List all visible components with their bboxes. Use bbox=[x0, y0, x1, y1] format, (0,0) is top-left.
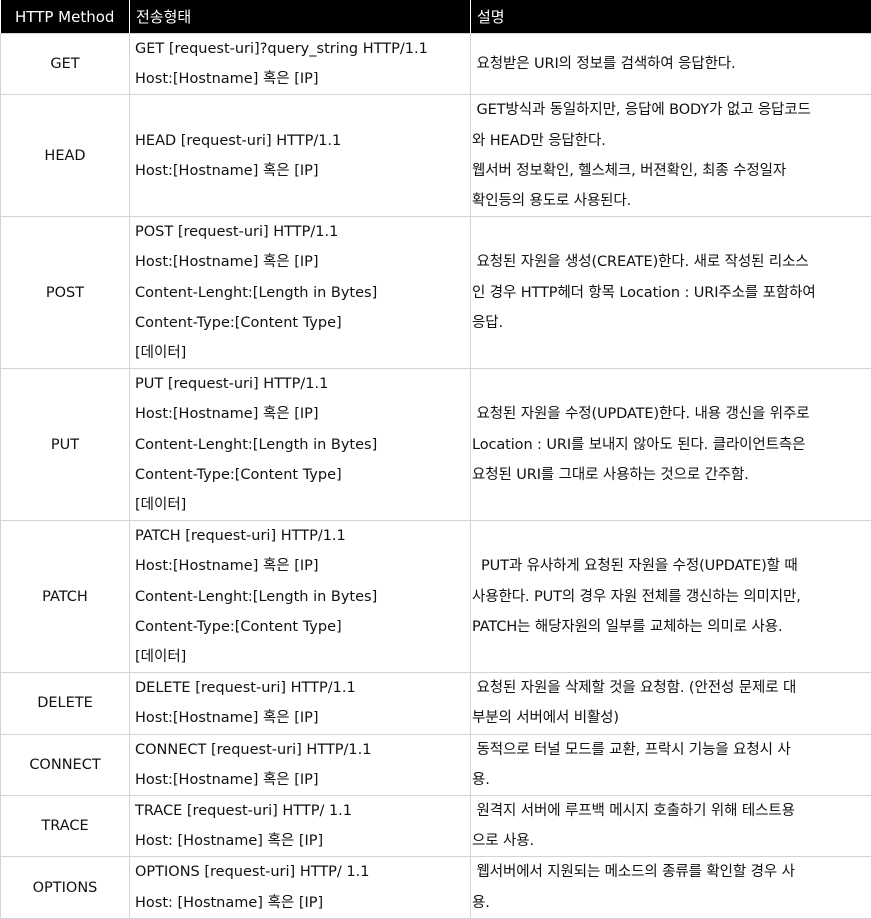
table-row: PUTPUT [request-uri] HTTP/1.1Host:[Hostn… bbox=[1, 369, 871, 521]
description-line: 요청된 자원을 수정(UPDATE)한다. 내용 갱신을 위주로 bbox=[472, 399, 871, 429]
description-line: 확인등의 용도로 사용된다. bbox=[472, 186, 871, 216]
form-line: Host:[Hostname] 혹은 [IP] bbox=[135, 703, 470, 733]
form-line: HEAD [request-uri] HTTP/1.1 bbox=[135, 126, 470, 156]
table-row: TRACETRACE [request-uri] HTTP/ 1.1Host: … bbox=[1, 796, 871, 857]
description-line: PUT과 유사하게 요청된 자원을 수정(UPDATE)할 때 bbox=[472, 551, 871, 581]
method-cell: HEAD bbox=[1, 95, 130, 217]
form-cell: PATCH [request-uri] HTTP/1.1Host:[Hostna… bbox=[130, 521, 471, 673]
description-line: GET방식과 동일하지만, 응답에 BODY가 없고 응답코드 bbox=[472, 95, 871, 125]
method-cell: OPTIONS bbox=[1, 857, 130, 918]
method-cell: CONNECT bbox=[1, 734, 130, 795]
description-cell: 요청된 자원을 생성(CREATE)한다. 새로 작성된 리소스인 경우 HTT… bbox=[471, 217, 871, 369]
form-cell: OPTIONS [request-uri] HTTP/ 1.1Host: [Ho… bbox=[130, 857, 471, 918]
description-line: 요청받은 URI의 정보를 검색하여 응답한다. bbox=[472, 49, 871, 79]
table-row: PATCHPATCH [request-uri] HTTP/1.1Host:[H… bbox=[1, 521, 871, 673]
form-line: Content-Type:[Content Type] bbox=[135, 612, 470, 642]
form-line: Host:[Hostname] 혹은 [IP] bbox=[135, 156, 470, 186]
description-cell: 요청받은 URI의 정보를 검색하여 응답한다. bbox=[471, 34, 871, 95]
form-line: Content-Lenght:[Length in Bytes] bbox=[135, 278, 470, 308]
description-line: 사용한다. PUT의 경우 자원 전체를 갱신하는 의미지만, bbox=[472, 582, 871, 612]
description-line: 용. bbox=[472, 765, 871, 795]
form-cell: HEAD [request-uri] HTTP/1.1Host:[Hostnam… bbox=[130, 95, 471, 217]
description-cell: 동적으로 터널 모드를 교환, 프락시 기능을 요청시 사용. bbox=[471, 734, 871, 795]
form-line: GET [request-uri]?query_string HTTP/1.1 bbox=[135, 34, 470, 64]
http-methods-table: HTTP Method 전송형태 설명 GETGET [request-uri]… bbox=[0, 0, 871, 919]
method-cell: GET bbox=[1, 34, 130, 95]
header-method: HTTP Method bbox=[1, 0, 130, 34]
header-form: 전송형태 bbox=[130, 0, 471, 34]
form-line: Host:[Hostname] 혹은 [IP] bbox=[135, 765, 470, 795]
description-line: 요청된 URI를 그대로 사용하는 것으로 간주함. bbox=[472, 460, 871, 490]
method-cell: POST bbox=[1, 217, 130, 369]
form-line: Host: [Hostname] 혹은 [IP] bbox=[135, 826, 470, 856]
form-cell: GET [request-uri]?query_string HTTP/1.1H… bbox=[130, 34, 471, 95]
form-line: Host: [Hostname] 혹은 [IP] bbox=[135, 888, 470, 918]
form-line: PATCH [request-uri] HTTP/1.1 bbox=[135, 521, 470, 551]
form-line: TRACE [request-uri] HTTP/ 1.1 bbox=[135, 796, 470, 826]
table-row: DELETEDELETE [request-uri] HTTP/1.1Host:… bbox=[1, 673, 871, 734]
description-cell: GET방식과 동일하지만, 응답에 BODY가 없고 응답코드와 HEAD만 응… bbox=[471, 95, 871, 217]
description-line: 웹서버에서 지원되는 메소드의 종류를 확인할 경우 사 bbox=[472, 857, 871, 887]
form-line: [데이터] bbox=[135, 338, 470, 368]
form-line: OPTIONS [request-uri] HTTP/ 1.1 bbox=[135, 857, 470, 887]
method-cell: DELETE bbox=[1, 673, 130, 734]
form-line: PUT [request-uri] HTTP/1.1 bbox=[135, 369, 470, 399]
header-row: HTTP Method 전송형태 설명 bbox=[1, 0, 871, 34]
table-row: POSTPOST [request-uri] HTTP/1.1Host:[Hos… bbox=[1, 217, 871, 369]
form-line: DELETE [request-uri] HTTP/1.1 bbox=[135, 673, 470, 703]
description-line: PATCH는 해당자원의 일부를 교체하는 의미로 사용. bbox=[472, 612, 871, 642]
description-line: 인 경우 HTTP헤더 항목 Location : URI주소를 포함하여 bbox=[472, 278, 871, 308]
form-cell: CONNECT [request-uri] HTTP/1.1Host:[Host… bbox=[130, 734, 471, 795]
form-cell: POST [request-uri] HTTP/1.1Host:[Hostnam… bbox=[130, 217, 471, 369]
description-line: 웹서버 정보확인, 헬스체크, 버젼확인, 최종 수정일자 bbox=[472, 156, 871, 186]
form-line: Content-Type:[Content Type] bbox=[135, 308, 470, 338]
method-cell: PATCH bbox=[1, 521, 130, 673]
description-line: 요청된 자원을 삭제할 것을 요청함. (안전성 문제로 대 bbox=[472, 673, 871, 703]
description-line: 부분의 서버에서 비활성) bbox=[472, 703, 871, 733]
form-line: Host:[Hostname] 혹은 [IP] bbox=[135, 64, 470, 94]
header-description: 설명 bbox=[471, 0, 871, 34]
description-cell: 요청된 자원을 수정(UPDATE)한다. 내용 갱신을 위주로Location… bbox=[471, 369, 871, 521]
form-cell: PUT [request-uri] HTTP/1.1Host:[Hostname… bbox=[130, 369, 471, 521]
form-cell: DELETE [request-uri] HTTP/1.1Host:[Hostn… bbox=[130, 673, 471, 734]
form-line: Host:[Hostname] 혹은 [IP] bbox=[135, 551, 470, 581]
table-row: CONNECTCONNECT [request-uri] HTTP/1.1Hos… bbox=[1, 734, 871, 795]
method-cell: PUT bbox=[1, 369, 130, 521]
table-row: GETGET [request-uri]?query_string HTTP/1… bbox=[1, 34, 871, 95]
description-line: 용. bbox=[472, 888, 871, 918]
description-line: 원격지 서버에 루프백 메시지 호출하기 위해 테스트용 bbox=[472, 796, 871, 826]
form-line: [데이터] bbox=[135, 642, 470, 672]
form-line: Content-Lenght:[Length in Bytes] bbox=[135, 430, 470, 460]
form-line: Host:[Hostname] 혹은 [IP] bbox=[135, 247, 470, 277]
form-line: Content-Type:[Content Type] bbox=[135, 460, 470, 490]
description-line: 요청된 자원을 생성(CREATE)한다. 새로 작성된 리소스 bbox=[472, 247, 871, 277]
description-line: 동적으로 터널 모드를 교환, 프락시 기능을 요청시 사 bbox=[472, 735, 871, 765]
description-cell: 웹서버에서 지원되는 메소드의 종류를 확인할 경우 사용. bbox=[471, 857, 871, 918]
form-line: Content-Lenght:[Length in Bytes] bbox=[135, 582, 470, 612]
description-cell: PUT과 유사하게 요청된 자원을 수정(UPDATE)할 때사용한다. PUT… bbox=[471, 521, 871, 673]
table-row: HEADHEAD [request-uri] HTTP/1.1Host:[Hos… bbox=[1, 95, 871, 217]
form-line: POST [request-uri] HTTP/1.1 bbox=[135, 217, 470, 247]
form-line: [데이터] bbox=[135, 490, 470, 520]
description-line: Location : URI를 보내지 않아도 된다. 클라이언트측은 bbox=[472, 430, 871, 460]
description-line: 와 HEAD만 응답한다. bbox=[472, 126, 871, 156]
description-cell: 원격지 서버에 루프백 메시지 호출하기 위해 테스트용으로 사용. bbox=[471, 796, 871, 857]
method-cell: TRACE bbox=[1, 796, 130, 857]
description-line: 으로 사용. bbox=[472, 826, 871, 856]
form-line: Host:[Hostname] 혹은 [IP] bbox=[135, 399, 470, 429]
description-line: 응답. bbox=[472, 308, 871, 338]
form-line: CONNECT [request-uri] HTTP/1.1 bbox=[135, 735, 470, 765]
table-row: OPTIONSOPTIONS [request-uri] HTTP/ 1.1Ho… bbox=[1, 857, 871, 918]
description-cell: 요청된 자원을 삭제할 것을 요청함. (안전성 문제로 대부분의 서버에서 비… bbox=[471, 673, 871, 734]
form-cell: TRACE [request-uri] HTTP/ 1.1Host: [Host… bbox=[130, 796, 471, 857]
